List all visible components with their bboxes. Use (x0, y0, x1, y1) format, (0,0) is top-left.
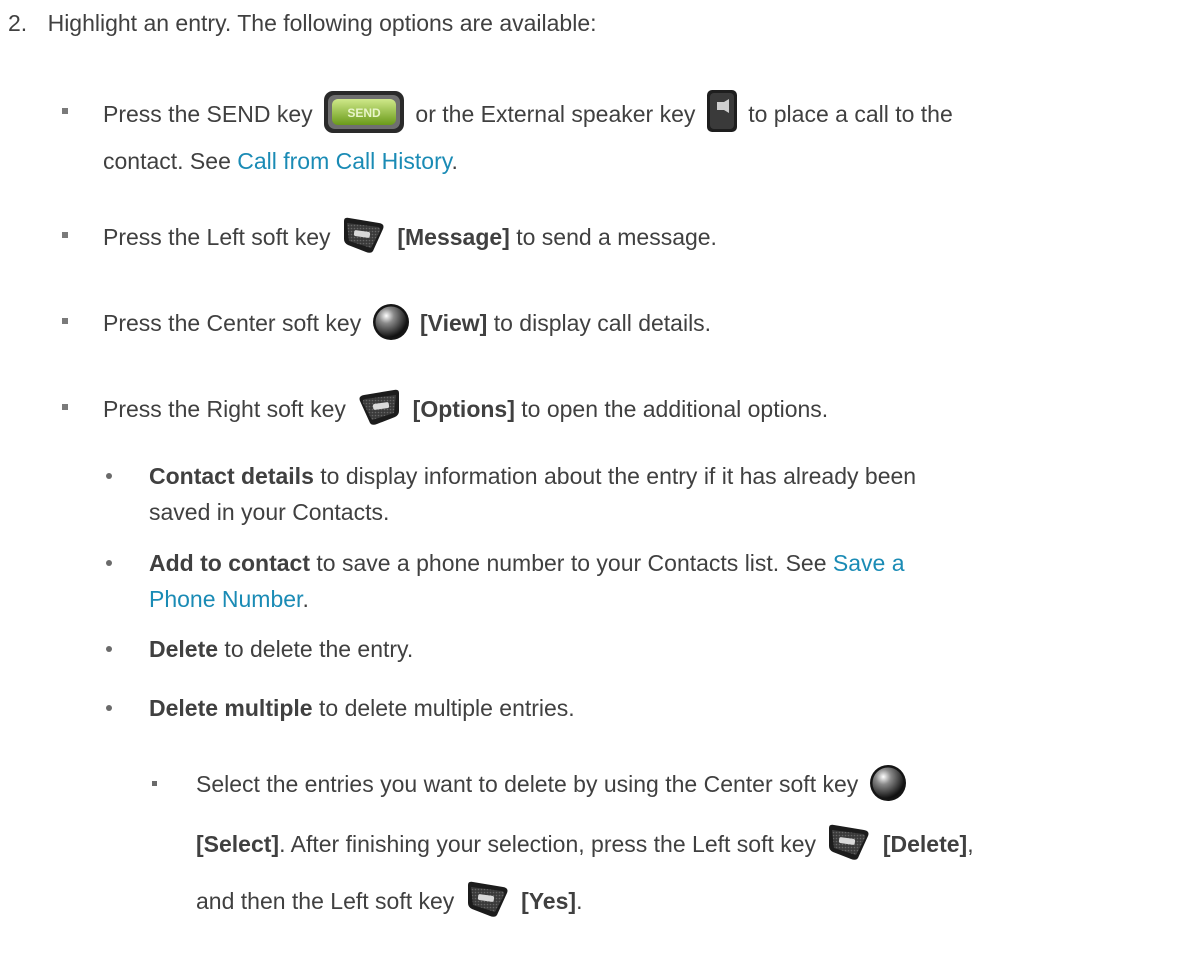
sublist-item-add-to-contact: Add to contact to save a phone number to… (149, 548, 905, 578)
list-item-send: Press the SEND key SEND or the External … (103, 90, 953, 134)
external-speaker-key-icon (706, 90, 738, 133)
option-name: Delete (149, 636, 219, 662)
list-item-send-line2: contact. See Call from Call History. (103, 146, 458, 176)
sublist-item-delete-multiple: Delete multiple to delete multiple entri… (149, 693, 575, 723)
option-text: to delete multiple entries. (312, 695, 575, 721)
bullet-square (62, 232, 68, 238)
bullet-dot (106, 560, 112, 566)
bullet-dot (106, 705, 112, 711)
option-name: Add to contact (149, 550, 310, 576)
item-text: Press the Left soft key (103, 224, 331, 250)
item-text: to display call details. (493, 310, 712, 336)
sublist-item-delete: Delete to delete the entry. (149, 634, 413, 664)
left-soft-key-icon (465, 881, 511, 919)
link-save-a-phone-number-cont[interactable]: Phone Number (149, 586, 302, 612)
subsub-item-line3: and then the Left soft key [Yes]. (196, 881, 583, 919)
softkey-label-yes: [Yes] (521, 888, 577, 914)
item-text: or the External speaker key (415, 101, 696, 128)
step-text: Highlight an entry. The following option… (47, 10, 597, 36)
item-text: Press the SEND key (103, 101, 313, 128)
softkey-label-delete: [Delete] (882, 831, 968, 857)
send-key-icon: SEND (323, 91, 405, 134)
left-soft-key-icon (341, 217, 387, 255)
instruction-text: Select the entries you want to delete by… (196, 771, 859, 797)
bullet-square (62, 318, 68, 324)
softkey-label-options: [Options] (412, 396, 515, 422)
option-name: Delete multiple (149, 695, 313, 721)
item-text: to send a message. (516, 224, 717, 250)
option-text: saved in your Contacts. (149, 499, 390, 525)
subsub-item-line2: [Select]. After finishing your selection… (196, 824, 974, 862)
softkey-label-view: [View] (420, 310, 488, 336)
bullet-dot (106, 646, 112, 652)
subsub-item-line1: Select the entries you want to delete by… (196, 764, 907, 802)
item-text: Press the Right soft key (103, 396, 346, 422)
option-text: to display information about the entry i… (313, 463, 917, 489)
step-line: 2. Highlight an entry. The following opt… (8, 8, 597, 38)
instruction-text: . After finishing your selection, press … (279, 831, 817, 857)
punctuation: . (451, 148, 458, 174)
instruction-text: and then the Left soft key (196, 888, 455, 914)
item-text: contact. See (103, 148, 238, 174)
punctuation: . (302, 586, 309, 612)
softkey-label-message: [Message] (397, 224, 510, 250)
option-name: Contact details (149, 463, 314, 489)
step-number: 2. (8, 10, 28, 36)
document-page: 2. Highlight an entry. The following opt… (0, 0, 1178, 960)
punctuation: , (967, 831, 974, 857)
sublist-item-contact-details: Contact details to display information a… (149, 461, 916, 491)
punctuation: . (576, 888, 583, 914)
item-text: to place a call to the (748, 101, 953, 128)
left-soft-key-icon (826, 824, 872, 862)
bullet-square (62, 108, 68, 114)
center-soft-key-icon (869, 764, 907, 802)
right-soft-key-icon (356, 389, 402, 427)
link-call-from-call-history[interactable]: Call from Call History (237, 148, 451, 174)
list-item-right-soft-key: Press the Right soft key [Options] to op… (103, 389, 829, 427)
svg-text:SEND: SEND (347, 106, 381, 120)
list-item-center-soft-key: Press the Center soft key [View] to disp… (103, 303, 712, 341)
option-text: to save a phone number to your Contacts … (310, 550, 833, 576)
center-soft-key-icon (372, 303, 410, 341)
bullet-square (62, 404, 68, 410)
option-text: to delete the entry. (218, 636, 414, 662)
bullet-dot (106, 473, 112, 479)
link-save-a-phone-number[interactable]: Save a (833, 550, 905, 576)
item-text: to open the additional options. (521, 396, 829, 422)
list-item-left-soft-key: Press the Left soft key [Message] to sen… (103, 217, 717, 255)
softkey-label-select: [Select] (196, 831, 280, 857)
item-text: Press the Center soft key (103, 310, 362, 336)
sublist-item-contact-details-line2: saved in your Contacts. (149, 497, 389, 527)
sublist-item-add-to-contact-line2: Phone Number. (149, 584, 309, 614)
bullet-small-square (152, 781, 157, 786)
